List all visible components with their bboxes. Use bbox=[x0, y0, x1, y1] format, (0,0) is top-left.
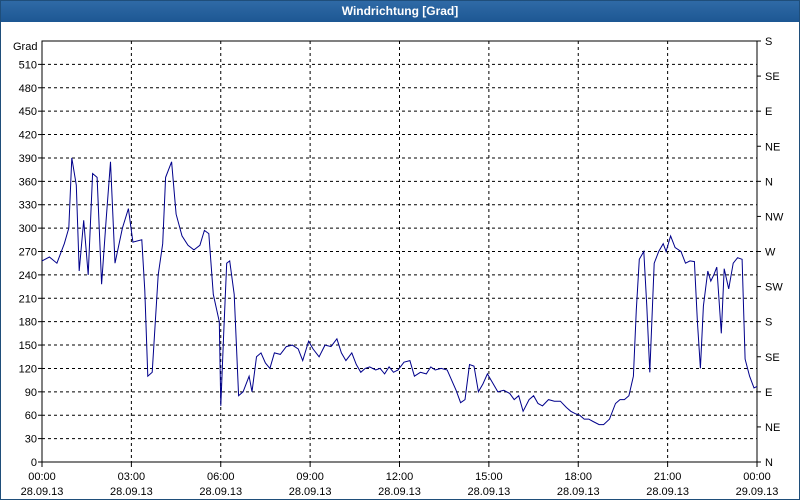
x-tick-date: 28.09.13 bbox=[467, 486, 510, 498]
x-tick-date: 28.09.13 bbox=[646, 486, 689, 498]
right-tick-label: E bbox=[765, 106, 772, 118]
y-tick-label: 210 bbox=[19, 293, 37, 305]
x-tick-time: 09:00 bbox=[296, 471, 324, 483]
right-tick-label: S bbox=[765, 317, 772, 329]
y-tick-label: 360 bbox=[19, 176, 37, 188]
y-tick-label: 390 bbox=[19, 153, 37, 165]
x-tick-date: 28.09.13 bbox=[21, 486, 64, 498]
right-tick-label: E bbox=[765, 387, 772, 399]
x-tick-time: 12:00 bbox=[386, 471, 414, 483]
y-tick-label: 510 bbox=[19, 59, 37, 71]
x-tick-time: 06:00 bbox=[207, 471, 235, 483]
y-tick-label: 420 bbox=[19, 130, 37, 142]
x-tick-date: 28.09.13 bbox=[110, 486, 153, 498]
y-tick-label: 300 bbox=[19, 223, 37, 235]
right-tick-label: W bbox=[765, 247, 776, 259]
x-tick-date: 28.09.13 bbox=[378, 486, 421, 498]
grid-lines bbox=[41, 40, 758, 463]
window-title: Windrichtung [Grad] bbox=[1, 1, 799, 22]
right-tick-label: NE bbox=[765, 422, 780, 434]
wind-direction-chart: 0 30 60 90 120 150 180 210 240 270 300 330 360 390 420… bbox=[13, 36, 784, 498]
y-tick-label: 90 bbox=[25, 387, 37, 399]
x-tick-time: 18:00 bbox=[564, 471, 592, 483]
y-tick-label: 330 bbox=[19, 200, 37, 212]
y-axis-left: 0 30 60 90 120 150 180 210 240 270 300 330 360 390 420… bbox=[19, 59, 42, 469]
x-tick-date: 29.09.13 bbox=[736, 486, 779, 498]
y-tick-label: 480 bbox=[19, 83, 37, 95]
y-tick-label: 180 bbox=[19, 317, 37, 329]
right-tick-label: N bbox=[765, 457, 773, 469]
y-tick-label: 0 bbox=[31, 457, 37, 469]
y-tick-label: 60 bbox=[25, 410, 37, 422]
right-tick-label: SE bbox=[765, 71, 780, 83]
x-tick-date: 28.09.13 bbox=[199, 486, 242, 498]
right-tick-label: N bbox=[765, 176, 773, 188]
y-axis-label: Grad bbox=[13, 41, 37, 53]
x-tick-time: 15:00 bbox=[475, 471, 503, 483]
y-tick-label: 150 bbox=[19, 340, 37, 352]
x-axis: 00:00 28.09.13 03:00 28.09.13 06:00 28.09.13 0… bbox=[21, 462, 779, 498]
x-tick-date: 28.09.13 bbox=[289, 486, 332, 498]
y-tick-label: 450 bbox=[19, 106, 37, 118]
x-tick-date: 28.09.13 bbox=[557, 486, 600, 498]
y-tick-label: 270 bbox=[19, 247, 37, 259]
x-tick-time: 21:00 bbox=[654, 471, 682, 483]
y-tick-label: 240 bbox=[19, 270, 37, 282]
right-tick-label: NW bbox=[765, 211, 784, 223]
right-tick-label: S bbox=[765, 36, 772, 48]
x-tick-time: 03:00 bbox=[118, 471, 146, 483]
x-tick-time: 00:00 bbox=[743, 471, 771, 483]
chart-window: Windrichtung [Grad] 0 30 60 90 120 150 180 210 2… bbox=[0, 0, 800, 500]
right-tick-label: SE bbox=[765, 352, 780, 364]
x-tick-time: 00:00 bbox=[28, 471, 56, 483]
right-tick-label: NE bbox=[765, 141, 780, 153]
right-tick-label: SW bbox=[765, 282, 783, 294]
y-tick-label: 30 bbox=[25, 434, 37, 446]
y-tick-label: 120 bbox=[19, 363, 37, 375]
y-axis-right: N NE E SE S SW W NW N NE E SE S bbox=[757, 36, 784, 469]
